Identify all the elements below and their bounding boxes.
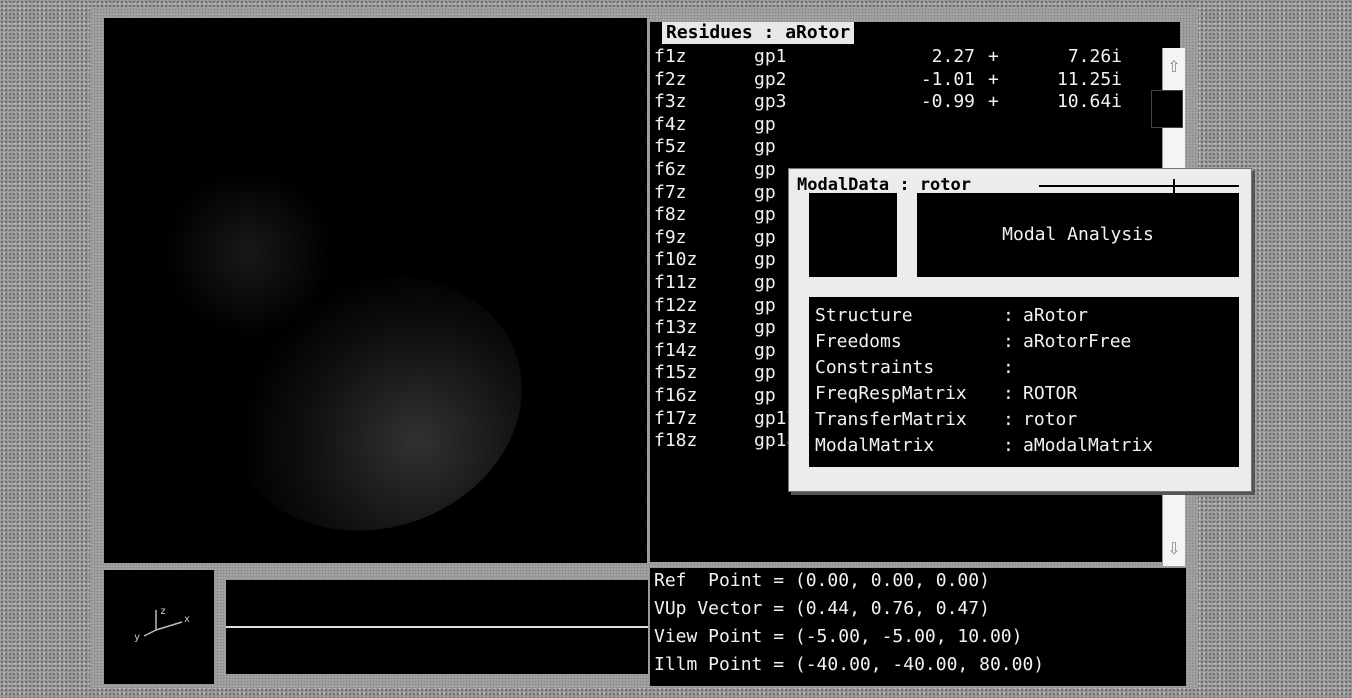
animation-track-panel[interactable] [226,580,648,674]
scroll-up-arrow-icon[interactable]: ⇧ [1164,56,1184,78]
property-key: FreqRespMatrix [815,383,967,404]
residue-real: 2.27 [931,46,975,67]
residue-freq: f11z [654,271,698,293]
residue-sign: + [988,68,999,90]
property-key: Constraints [815,357,935,378]
modal-icon-box[interactable] [809,193,897,277]
residue-imag: 11.25i [1056,68,1122,90]
property-value: aRotorFree [1023,331,1132,352]
property-key: Structure [815,305,913,326]
property-separator: : [1003,357,1014,378]
track-slider-line[interactable] [226,626,648,628]
residue-freq: f8z [654,204,687,226]
residue-freq: f3z [654,91,687,113]
residue-freq: f10z [654,249,698,271]
property-key: ModalMatrix [815,435,935,456]
residue-gp: gp [754,362,776,384]
property-separator: : [1003,409,1014,430]
title-bar-handle[interactable] [1173,179,1175,193]
residue-gp: gp [754,249,776,271]
residue-gp: gp3 [754,91,787,113]
residue-real: -0.99 [920,91,975,113]
dialog-title[interactable]: ModalData : rotor [797,175,977,195]
residue-real: -1.01 [920,68,975,90]
modal-data-dialog[interactable]: ModalData : rotor Modal Analysis Structu… [788,168,1252,492]
axis-z-label: z [160,606,166,617]
property-value: aRotor [1023,305,1089,326]
residue-gp: gp [754,113,776,135]
residue-gp: gp [754,158,776,180]
residue-gp: gp [754,271,776,293]
axis-y-label: y [134,632,140,643]
residue-imag: 7.26i [1067,46,1122,67]
residue-gp: gp1 [754,46,787,67]
title-bar-rule [1039,185,1239,187]
residue-gp: gp [754,226,776,248]
residue-gp: gp [754,136,776,158]
axis-x-label: x [184,614,190,625]
illm-point-text: Illm Point = (-40.00, -40.00, 80.00) [654,654,1045,675]
property-separator: : [1003,435,1014,456]
axes-triad-icon: z x y [134,606,190,643]
residue-freq: f12z [654,294,698,316]
residue-freq: f13z [654,317,698,339]
residue-freq: f1z [654,46,687,67]
rotor-3d-viewport[interactable] [104,18,647,563]
residue-gp: gp [754,294,776,316]
residue-gp: gp [754,204,776,226]
axes-orientation-box[interactable]: z x y [104,570,214,684]
modal-heading-text: Modal Analysis [1002,224,1154,245]
residue-freq: f7z [654,181,687,203]
property-key: Freedoms [815,331,902,352]
residues-title: Residues : aRotor [662,22,855,44]
property-separator: : [1003,305,1014,326]
residue-freq: f2z [654,68,687,90]
residue-freq: f17z [654,407,698,429]
residue-freq: f6z [654,158,687,180]
vup-vector-text: VUp Vector = (0.44, 0.76, 0.47) [654,598,990,619]
property-separator: : [1003,331,1014,352]
residue-gp: gp [754,181,776,203]
property-key: TransferMatrix [815,409,967,430]
residue-freq: f15z [654,362,698,384]
residue-freq: f9z [654,226,687,248]
scroll-down-arrow-icon[interactable]: ⇩ [1164,538,1184,560]
residue-gp: gp [754,384,776,406]
property-separator: : [1003,383,1014,404]
ref-point-text: Ref Point = (0.00, 0.00, 0.00) [654,570,990,591]
view-point-text: View Point = (-5.00, -5.00, 10.00) [654,626,1023,647]
view-info-panel: Ref Point = (0.00, 0.00, 0.00) VUp Vecto… [650,568,1186,686]
residue-freq: f4z [654,113,687,135]
residue-freq: f18z [654,430,698,452]
modal-properties-list: Structure: aRotor Freedoms: aRotorFree Const… [809,297,1239,467]
property-value: rotor [1023,409,1078,430]
residue-freq: f16z [654,384,698,406]
residue-freq: f14z [654,339,698,361]
residue-gp: gp2 [754,68,787,90]
property-value: aModalMatrix [1023,435,1154,456]
scrollbar-thumb[interactable] [1151,90,1183,128]
residue-gp: gp [754,339,776,361]
residue-imag: 10.64i [1056,91,1122,113]
residue-sign: + [988,46,999,67]
residue-gp: gp [754,317,776,339]
modal-heading-box[interactable]: Modal Analysis [917,193,1239,277]
residue-freq: f5z [654,136,687,158]
residue-sign: + [988,91,999,113]
property-value: ROTOR [1023,383,1078,404]
